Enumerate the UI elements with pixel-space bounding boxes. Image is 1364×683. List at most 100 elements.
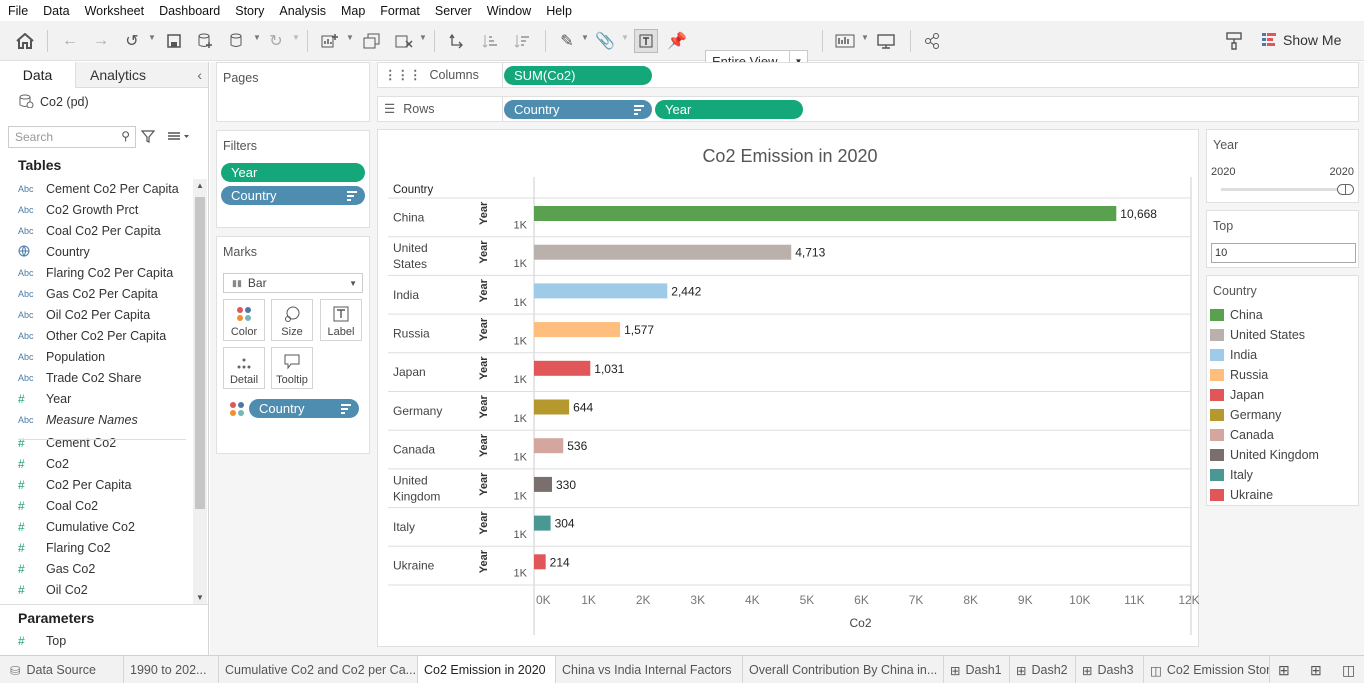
bar-chart[interactable]: Co2 Emission in 2020 Country China Year 1K 10… (378, 130, 1200, 648)
tab-dashboard[interactable]: ⊞ Dash2 (1010, 656, 1076, 683)
menu-worksheet[interactable]: Worksheet (85, 4, 145, 18)
filter-pill-year[interactable]: Year (221, 163, 365, 182)
presentation-mode-icon[interactable] (874, 29, 898, 53)
legend-item[interactable]: Japan (1210, 386, 1264, 404)
pause-datasource-icon[interactable] (226, 29, 248, 53)
replay-icon[interactable]: ↺ (120, 29, 144, 53)
tab-data-source[interactable]: ⛁ Data Source (0, 656, 124, 683)
swap-rows-columns-icon[interactable] (445, 29, 469, 53)
cards-dropdown-icon[interactable]: ▼ (861, 33, 869, 42)
top-parameter-input[interactable]: 10 (1211, 243, 1356, 263)
refresh-icon[interactable]: ↻ (265, 29, 287, 53)
legend-item[interactable]: United States (1210, 326, 1305, 344)
tab-dashboard[interactable]: ⊞ Dash1 (944, 656, 1010, 683)
clear-dropdown-icon[interactable]: ▼ (419, 33, 427, 42)
field-list-scrollbar[interactable]: ▲ ▼ (193, 179, 207, 604)
datasource-item[interactable]: Co2 (pd) (18, 93, 89, 111)
search-input[interactable]: Search ⚲ (8, 126, 136, 148)
menu-server[interactable]: Server (435, 4, 472, 18)
marks-pill-country[interactable]: Country (249, 399, 359, 418)
field-item[interactable]: # Oil Co2 (18, 579, 88, 600)
field-item[interactable]: # Cement Co2 (18, 432, 116, 453)
field-item[interactable]: # Year (18, 388, 71, 409)
field-item[interactable]: # Gas Co2 (18, 558, 95, 579)
field-item[interactable]: Abc Coal Co2 Per Capita (18, 220, 161, 241)
save-icon[interactable] (163, 29, 185, 53)
row-pill-country[interactable]: Country (504, 100, 652, 119)
legend-item[interactable]: Canada (1210, 426, 1274, 444)
tab-dashboard[interactable]: ⊞ Dash3 (1076, 656, 1144, 683)
redo-icon[interactable]: → (89, 29, 113, 53)
field-item[interactable]: Abc Other Co2 Per Capita (18, 325, 166, 346)
refresh-dropdown-icon[interactable]: ▼ (292, 33, 300, 42)
clear-sheet-icon[interactable] (392, 29, 416, 53)
home-icon[interactable] (12, 29, 38, 53)
legend-item[interactable]: Russia (1210, 366, 1268, 384)
year-slider-track[interactable] (1221, 188, 1345, 191)
field-item[interactable]: Abc Oil Co2 Per Capita (18, 304, 150, 325)
menu-window[interactable]: Window (487, 4, 531, 18)
new-story-tab-icon[interactable]: ◫ (1342, 662, 1355, 679)
tab-sheet[interactable]: China vs India Internal Factors (556, 656, 743, 683)
tab-sheet[interactable]: 1990 to 202... (124, 656, 219, 683)
legend-item[interactable]: United Kingdom (1210, 446, 1319, 464)
tab-story[interactable]: ◫ Co2 Emission Stor (1144, 656, 1270, 683)
legend-item[interactable]: India (1210, 346, 1257, 364)
detail-button[interactable]: Detail (223, 347, 265, 389)
field-item[interactable]: Country (18, 241, 90, 262)
filters-shelf[interactable]: Filters Year Country (216, 130, 370, 228)
param-top[interactable]: # Top (18, 630, 66, 651)
sort-ascending-icon[interactable] (478, 29, 502, 53)
new-worksheet-icon[interactable] (318, 29, 342, 53)
collapse-pane-icon[interactable]: ‹ (197, 67, 202, 83)
legend-item[interactable]: Ukraine (1210, 486, 1273, 504)
new-worksheet-tab-icon[interactable]: ⊞ (1278, 662, 1290, 679)
replay-dropdown-icon[interactable]: ▼ (148, 33, 156, 42)
duplicate-sheet-icon[interactable] (360, 29, 384, 53)
scroll-down-icon[interactable]: ▼ (196, 593, 204, 602)
field-item[interactable]: Abc Flaring Co2 Per Capita (18, 262, 173, 283)
group-members-icon[interactable]: 📎 (594, 29, 616, 53)
field-item[interactable]: Abc Trade Co2 Share (18, 367, 141, 388)
field-item[interactable]: # Co2 (18, 453, 69, 474)
field-item[interactable]: # Cumulative Co2 (18, 516, 135, 537)
field-item[interactable]: Abc Co2 Growth Prct (18, 199, 138, 220)
highlight-icon[interactable]: ✎ (556, 29, 578, 53)
datasource-dropdown-icon[interactable]: ▼ (253, 33, 261, 42)
highlight-dropdown-icon[interactable]: ▼ (581, 33, 589, 42)
rows-shelf[interactable]: ☰ Rows Country Year (377, 96, 1359, 122)
scrollbar-thumb[interactable] (195, 197, 205, 509)
share-icon[interactable] (920, 29, 944, 53)
field-item[interactable]: Abc Gas Co2 Per Capita (18, 283, 158, 304)
legend-item[interactable]: Italy (1210, 466, 1253, 484)
menu-help[interactable]: Help (546, 4, 572, 18)
filter-fields-icon[interactable] (140, 129, 156, 146)
menu-data[interactable]: Data (43, 4, 69, 18)
scroll-up-icon[interactable]: ▲ (196, 181, 204, 190)
new-worksheet-dropdown-icon[interactable]: ▼ (346, 33, 354, 42)
pages-shelf[interactable]: Pages (216, 62, 370, 122)
show-mark-labels-icon[interactable] (634, 29, 658, 53)
menu-format[interactable]: Format (380, 4, 420, 18)
view-options-icon[interactable] (167, 131, 189, 145)
column-pill-sum-co2[interactable]: SUM(Co2) (504, 66, 652, 85)
new-dashboard-tab-icon[interactable]: ⊞ (1310, 662, 1322, 679)
new-datasource-icon[interactable] (194, 29, 216, 53)
menu-map[interactable]: Map (341, 4, 365, 18)
filter-pill-country[interactable]: Country (221, 186, 365, 205)
cards-icon[interactable] (832, 29, 858, 53)
tooltip-button[interactable]: Tooltip (271, 347, 313, 389)
menu-file[interactable]: File (8, 4, 28, 18)
tab-sheet-active[interactable]: Co2 Emission in 2020 (418, 656, 556, 683)
year-slider-handle[interactable] (1337, 184, 1354, 195)
menu-dashboard[interactable]: Dashboard (159, 4, 220, 18)
columns-shelf[interactable]: ⋮⋮⋮ Columns SUM(Co2) (377, 62, 1359, 88)
sort-descending-icon[interactable] (510, 29, 534, 53)
fix-axes-icon[interactable]: 📌 (666, 29, 688, 53)
undo-icon[interactable]: ← (58, 29, 82, 53)
field-item[interactable]: Abc Population (18, 346, 105, 367)
menu-analysis[interactable]: Analysis (279, 4, 326, 18)
tab-sheet[interactable]: Overall Contribution By China in... (743, 656, 944, 683)
field-item[interactable]: # Co2 Per Capita (18, 474, 131, 495)
tab-sheet[interactable]: Cumulative Co2 and Co2 per Ca... (219, 656, 418, 683)
